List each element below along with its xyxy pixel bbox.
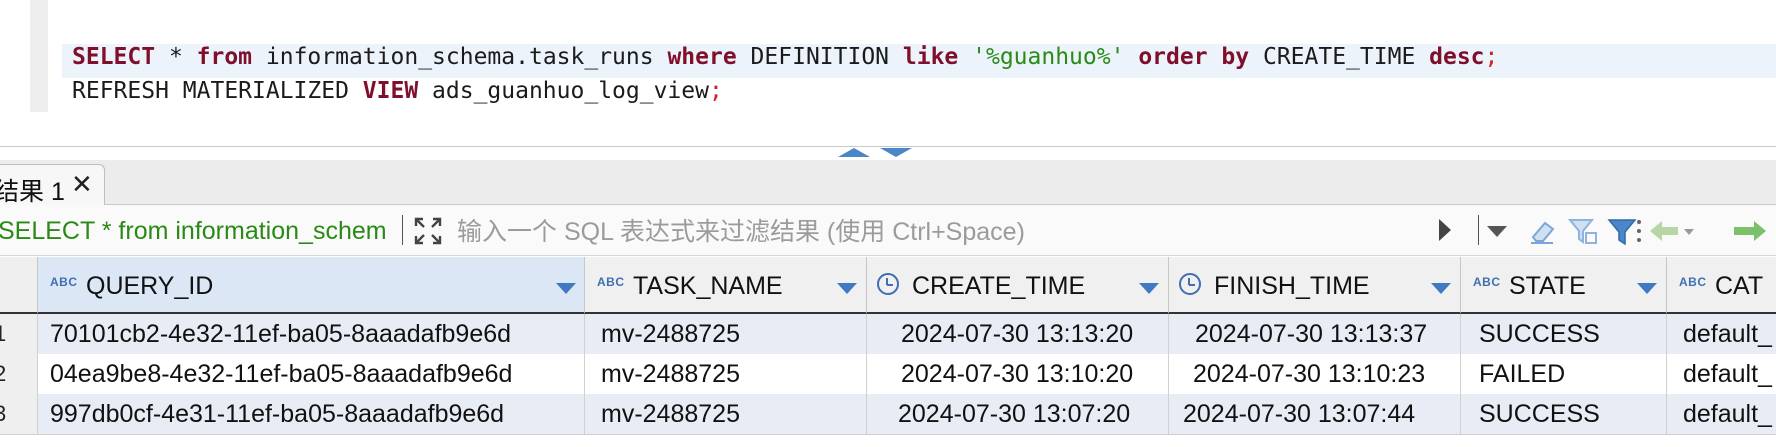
- results-grid[interactable]: ABC QUERY_ID ABC TASK_NAME CREATE_TIME F…: [0, 257, 1776, 446]
- cell-create-time[interactable]: 2024-07-30 13:07:20: [867, 394, 1169, 434]
- divider: [402, 215, 403, 245]
- column-header-state[interactable]: ABC STATE: [1461, 257, 1667, 314]
- table-row[interactable]: 3 997db0cf-4e31-11ef-ba05-8aaadafb9e6d m…: [0, 394, 1776, 434]
- sql-editor[interactable]: SELECT * from information_schema.task_ru…: [0, 0, 1776, 148]
- sort-arrow-icon[interactable]: [1431, 283, 1451, 294]
- column-label: CREATE_TIME: [912, 272, 1086, 300]
- cell-catalog[interactable]: default_: [1667, 314, 1776, 354]
- apply-filter-icon[interactable]: [1439, 219, 1451, 241]
- table-row[interactable]: 2 04ea9be8-4e32-11ef-ba05-8aaadafb9e6d m…: [0, 354, 1776, 394]
- sql-semicolon: ;: [708, 78, 723, 104]
- text-type-icon: ABC: [1473, 275, 1501, 289]
- cell-task-name[interactable]: mv-2488725: [585, 314, 867, 354]
- sql-text: *: [155, 44, 197, 70]
- sql-line-1[interactable]: SELECT * from information_schema.task_ru…: [72, 42, 1498, 72]
- column-label: TASK_NAME: [633, 272, 783, 300]
- sql-keyword: SELECT: [72, 44, 156, 70]
- cell-finish-time[interactable]: 2024-07-30 13:13:37: [1169, 314, 1461, 354]
- sql-text: DEFINITION: [736, 44, 903, 70]
- table-row-partial[interactable]: [0, 434, 1776, 447]
- clock-icon: [1179, 273, 1201, 295]
- column-label: CAT: [1715, 272, 1764, 300]
- tab-label: 结果 1: [0, 178, 65, 206]
- text-type-icon: ABC: [597, 275, 625, 289]
- filter-input[interactable]: [455, 215, 1419, 249]
- cell-task-name[interactable]: mv-2488725: [585, 354, 867, 394]
- sql-keyword: order: [1138, 44, 1208, 70]
- cell-finish-time[interactable]: 2024-07-30 13:07:44: [1169, 394, 1461, 434]
- clock-icon: [877, 273, 899, 295]
- sort-arrow-icon[interactable]: [1139, 283, 1159, 294]
- column-label: FINISH_TIME: [1214, 272, 1370, 300]
- filter-history-icon[interactable]: [1487, 226, 1507, 237]
- panel-splitter[interactable]: [0, 146, 1776, 147]
- cell-catalog[interactable]: default_: [1667, 394, 1776, 434]
- column-label: STATE: [1509, 272, 1586, 300]
- divider: [1478, 215, 1479, 245]
- cell-query-id[interactable]: 04ea9be8-4e32-11ef-ba05-8aaadafb9e6d: [38, 354, 585, 394]
- cell-query-id[interactable]: 70101cb2-4e32-11ef-ba05-8aaadafb9e6d: [38, 314, 585, 354]
- sql-line-2[interactable]: REFRESH MATERIALIZED VIEW ads_guanhuo_lo…: [72, 76, 723, 106]
- forward-icon[interactable]: [1728, 215, 1768, 247]
- sort-arrow-icon[interactable]: [556, 283, 576, 294]
- sql-text: ads_guanhuo_log_view: [418, 78, 709, 104]
- sql-semicolon: ;: [1484, 44, 1499, 70]
- sql-text: CREATE_TIME: [1249, 44, 1430, 70]
- close-icon[interactable]: ✕: [71, 171, 93, 197]
- cell-state[interactable]: FAILED: [1461, 354, 1667, 394]
- text-type-icon: ABC: [1679, 275, 1707, 289]
- eraser-icon[interactable]: [1527, 215, 1559, 247]
- column-header-task-name[interactable]: ABC TASK_NAME: [585, 257, 867, 314]
- sql-keyword: from: [196, 44, 253, 70]
- results-tab-strip: [0, 160, 1776, 205]
- cell-finish-time[interactable]: 2024-07-30 13:10:23: [1169, 354, 1461, 394]
- active-query-label: SELECT * from information_schem: [0, 217, 387, 245]
- sql-keyword: VIEW: [362, 78, 419, 104]
- filter-settings-icon[interactable]: [1567, 215, 1599, 247]
- cell-create-time[interactable]: 2024-07-30 13:10:20: [867, 354, 1169, 394]
- row-number-header: [0, 257, 38, 314]
- sql-keyword: where: [667, 44, 737, 70]
- cell-state[interactable]: SUCCESS: [1461, 314, 1667, 354]
- cell-create-time[interactable]: 2024-07-30 13:13:20: [867, 314, 1169, 354]
- cell-query-id[interactable]: 997db0cf-4e31-11ef-ba05-8aaadafb9e6d: [38, 394, 585, 434]
- tab-results-1[interactable]: 结果 1 ✕: [0, 164, 105, 206]
- sort-arrow-icon[interactable]: [837, 283, 857, 294]
- sort-arrow-icon[interactable]: [1637, 283, 1657, 294]
- cell-task-name[interactable]: mv-2488725: [585, 394, 867, 434]
- column-header-query-id[interactable]: ABC QUERY_ID: [38, 257, 585, 314]
- row-number: 3: [0, 394, 38, 434]
- sql-string: '%guanhuo%': [972, 44, 1125, 70]
- editor-gutter: [30, 0, 48, 112]
- more-icon[interactable]: [1634, 215, 1644, 247]
- column-header-create-time[interactable]: CREATE_TIME: [867, 257, 1169, 314]
- cell-state[interactable]: SUCCESS: [1461, 394, 1667, 434]
- row-number: 2: [0, 354, 38, 394]
- text-type-icon: ABC: [50, 275, 78, 289]
- column-header-finish-time[interactable]: FINISH_TIME: [1169, 257, 1461, 314]
- table-row[interactable]: 1 70101cb2-4e32-11ef-ba05-8aaadafb9e6d m…: [0, 314, 1776, 354]
- maximize-editor-icon[interactable]: [838, 148, 870, 157]
- sql-keyword: like: [902, 44, 959, 70]
- row-number: 1: [0, 314, 38, 354]
- column-header-catalog[interactable]: ABC CAT: [1667, 257, 1776, 314]
- maximize-results-icon[interactable]: [880, 148, 912, 157]
- expand-icon[interactable]: [413, 216, 443, 246]
- sql-keyword: by: [1221, 44, 1250, 70]
- column-label: QUERY_ID: [86, 272, 214, 300]
- back-icon[interactable]: [1648, 215, 1698, 247]
- sql-text: REFRESH MATERIALIZED: [72, 78, 363, 104]
- sql-keyword: desc: [1429, 44, 1485, 70]
- cell-catalog[interactable]: default_: [1667, 354, 1776, 394]
- sql-text: information_schema.task_runs: [252, 44, 668, 70]
- filter-bar: SELECT * from information_schem: [0, 205, 1776, 256]
